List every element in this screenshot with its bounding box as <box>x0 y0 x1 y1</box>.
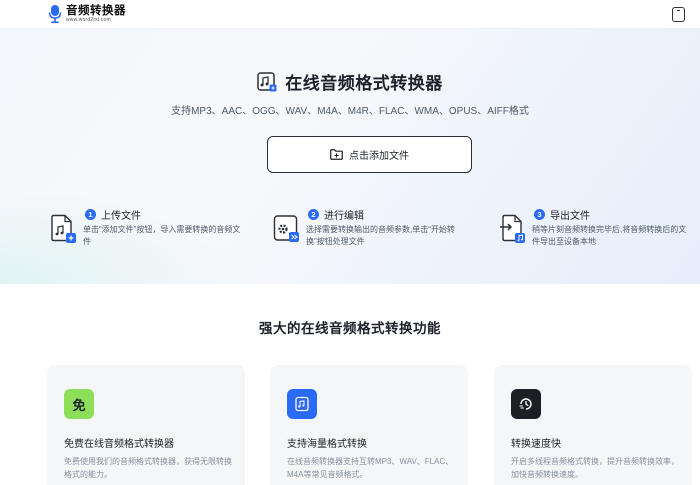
feature-card-description: 免费使用我们的音频格式转换器，获得无限转换格式的能力。 <box>64 457 232 479</box>
page-title: 在线音频格式转换器 <box>285 74 443 93</box>
step-number-badge: 3 <box>534 209 545 220</box>
microphone-logo-icon <box>48 5 62 24</box>
logo-subtitle: www.word2txt.com <box>66 16 111 23</box>
step-number-badge: 1 <box>85 209 96 220</box>
add-file-label: 点击添加文件 <box>349 151 409 162</box>
tablet-icon[interactable] <box>672 7 685 22</box>
features-section-title: 强大的在线音频格式转换功能 <box>259 321 441 336</box>
upload-file-icon <box>51 214 76 243</box>
step-description: 选择需要转换输出的音频参数,单击“开始转换”按钮处理文件 <box>306 225 455 246</box>
feature-card-description: 在线音频转换器支持互转MP3、WAV、FLAC、M4A等常见音频格式。 <box>287 457 454 479</box>
step-upload: 1 上传文件 单击“添加文件”按钮，导入需要转换的音频文件 <box>50 205 250 255</box>
feature-card-description: 开启多线程音频格式转换，提升音频转换效率，加快音频转换速度。 <box>511 457 679 479</box>
feature-card-speed: 转换速度快 开启多线程音频格式转换，提升音频转换效率，加快音频转换速度。 <box>494 365 692 485</box>
free-badge-icon: 免 <box>64 389 94 419</box>
site-logo[interactable]: 音频转换器 www.word2txt.com <box>48 4 126 24</box>
add-file-button[interactable]: 点击添加文件 <box>267 136 472 173</box>
feature-card-title: 免费在线音频格式转换器 <box>64 439 174 450</box>
audio-file-icon <box>257 71 277 91</box>
format-convert-icon <box>287 389 317 419</box>
clock-speed-icon <box>511 389 541 419</box>
top-navigation-bar: 音频转换器 www.word2txt.com <box>0 0 700 29</box>
step-description: 单击“添加文件”按钮，导入需要转换的音频文件 <box>83 225 241 246</box>
hero-section: 在线音频格式转换器 支持MP3、AAC、OGG、WAV、M4A、M4R、FLAC… <box>0 29 700 284</box>
step-export: 3 导出文件 稍等片刻音频转换完毕后,将音频转换后的文件导出至设备本地 <box>499 205 699 255</box>
export-file-icon <box>500 214 525 243</box>
supported-formats-text: 支持MP3、AAC、OGG、WAV、M4A、M4R、FLAC、WMA、OPUS、… <box>171 106 529 117</box>
edit-settings-icon <box>273 215 299 242</box>
step-title: 上传文件 <box>101 211 141 222</box>
step-title: 导出文件 <box>550 211 590 222</box>
feature-card-title: 支持海量格式转换 <box>287 439 367 450</box>
hero-title-row: 在线音频格式转换器 <box>0 69 700 94</box>
feature-card-free: 免 免费在线音频格式转换器 免费使用我们的音频格式转换器，获得无限转换格式的能力… <box>47 365 245 485</box>
feature-card-title: 转换速度快 <box>511 439 561 450</box>
step-description: 稍等片刻音频转换完毕后,将音频转换后的文件导出至设备本地 <box>532 225 687 246</box>
step-number-badge: 2 <box>308 209 319 220</box>
logo-title: 音频转换器 <box>66 4 126 17</box>
step-title: 进行编辑 <box>324 211 364 222</box>
step-edit: 2 进行编辑 选择需要转换输出的音频参数,单击“开始转换”按钮处理文件 <box>273 205 473 255</box>
feature-card-formats: 支持海量格式转换 在线音频转换器支持互转MP3、WAV、FLAC、M4A等常见音… <box>270 365 468 485</box>
folder-add-icon <box>330 149 343 160</box>
